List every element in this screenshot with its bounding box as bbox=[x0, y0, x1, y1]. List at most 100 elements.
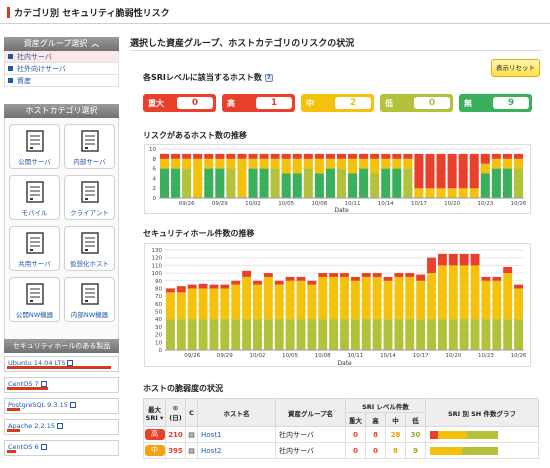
bar-segment bbox=[405, 276, 415, 320]
help-icon[interactable]: ? bbox=[264, 73, 273, 82]
bar-segment bbox=[171, 168, 181, 198]
sri-box-1[interactable]: 高1 bbox=[222, 94, 295, 112]
cell-group: 社内サーバ bbox=[275, 426, 346, 443]
sri-box-0[interactable]: 重大 0 bbox=[143, 94, 216, 112]
bar-segment bbox=[259, 158, 269, 169]
bar-segment bbox=[340, 319, 349, 350]
bar-segment bbox=[215, 168, 225, 198]
cell-host[interactable]: Host1 bbox=[197, 426, 276, 443]
col-critical[interactable]: 重大 bbox=[345, 412, 366, 427]
category-label: クライアント bbox=[70, 209, 109, 217]
bar-segment bbox=[405, 319, 415, 350]
sri-count: 2 bbox=[335, 97, 371, 109]
bar-segment bbox=[171, 153, 181, 159]
product-item[interactable]: Apache 2.2.15 bbox=[4, 419, 119, 435]
bar-segment bbox=[198, 288, 208, 320]
bar-segment bbox=[274, 280, 284, 285]
bar-segment bbox=[176, 319, 186, 350]
x-tick-label: 10/05 bbox=[278, 201, 294, 207]
sri-label: 高 bbox=[227, 99, 235, 108]
external-link-icon[interactable] bbox=[40, 444, 47, 450]
category-internal-network[interactable]: 内部NW機器 bbox=[64, 277, 115, 322]
category-mobile[interactable]: モバイル bbox=[9, 175, 60, 220]
category-label: モバイル bbox=[21, 209, 48, 217]
cell-host[interactable]: Host2 bbox=[197, 442, 276, 459]
x-tick-label: 10/11 bbox=[347, 353, 363, 359]
bar-segment bbox=[350, 280, 360, 320]
category-shared-server[interactable]: 共用サーバ bbox=[9, 226, 60, 271]
bar-segment bbox=[242, 276, 252, 320]
bar-segment bbox=[394, 319, 404, 350]
bar-segment bbox=[459, 265, 469, 320]
x-tick-label: 10/02 bbox=[245, 201, 261, 207]
category-public-network[interactable]: 公開NW機器 bbox=[9, 277, 60, 322]
bar-segment bbox=[348, 173, 358, 198]
bar-segment bbox=[307, 284, 317, 320]
bar-segment bbox=[492, 276, 502, 281]
sri-box-4[interactable]: 無9 bbox=[459, 94, 532, 112]
bar-segment bbox=[359, 153, 369, 159]
group-item-external[interactable]: 社外向けサーバ bbox=[4, 63, 119, 75]
group-item-internal[interactable]: 社内サーバ bbox=[4, 51, 119, 63]
products-header: セキュリティホールのある製品 bbox=[4, 339, 119, 353]
col-medium[interactable]: 中 bbox=[385, 412, 406, 427]
category-public-server[interactable]: 公開サーバ bbox=[9, 124, 60, 169]
cell-level-count: 28 bbox=[385, 426, 406, 443]
cell-level-count: 8 bbox=[365, 426, 386, 443]
category-client[interactable]: クライアント bbox=[64, 175, 115, 220]
host-link[interactable]: Host2 bbox=[201, 447, 221, 455]
category-internal-server[interactable]: 内部サーバ bbox=[64, 124, 115, 169]
internal-server-icon bbox=[65, 125, 114, 155]
bar-segment bbox=[303, 168, 313, 198]
bar-segment bbox=[231, 280, 241, 285]
bar-segment bbox=[270, 158, 280, 169]
group-item-assets[interactable]: 資産 bbox=[4, 75, 119, 87]
chevron-up-icon[interactable]: ︿ bbox=[91, 39, 99, 48]
x-tick-label: 10/23 bbox=[477, 201, 493, 207]
table-row[interactable]: 高 210 ▤ Host1 社内サーバ 0 8 28 30 bbox=[143, 426, 539, 443]
bar-segment bbox=[370, 153, 380, 159]
bar-segment bbox=[263, 276, 273, 320]
sh-graph-segment bbox=[461, 446, 498, 455]
external-link-icon[interactable] bbox=[69, 402, 76, 408]
product-item[interactable]: PostgreSQL 9.3.15 bbox=[4, 398, 119, 414]
bar-segment bbox=[198, 319, 208, 350]
bar-segment bbox=[448, 253, 458, 266]
product-risk-bar bbox=[7, 387, 49, 390]
sri-box-2[interactable]: 中2 bbox=[301, 94, 374, 112]
bar-segment bbox=[198, 283, 208, 289]
bar-segment bbox=[166, 319, 175, 350]
col-c[interactable]: C bbox=[185, 398, 198, 427]
sri-box-3[interactable]: 低0 bbox=[380, 94, 453, 112]
sh-graph-segment bbox=[430, 446, 462, 455]
col-high[interactable]: 高 bbox=[365, 412, 386, 427]
bar-segment bbox=[182, 168, 192, 198]
bar-segment bbox=[481, 280, 491, 320]
col-host[interactable]: ホスト名 bbox=[197, 398, 276, 427]
product-item[interactable]: CentOS 7 bbox=[4, 377, 119, 393]
category-virtual-host[interactable]: 仮想化ホスト bbox=[64, 226, 115, 271]
bar-segment bbox=[160, 158, 170, 169]
days-label: (日) bbox=[169, 413, 182, 422]
col-group[interactable]: 資産グループ名 bbox=[275, 398, 346, 427]
bar-segment bbox=[226, 168, 236, 198]
product-item[interactable]: CentOS 6 bbox=[4, 440, 119, 456]
col-days[interactable]: ⊙ (日) bbox=[165, 398, 186, 427]
col-low[interactable]: 低 bbox=[405, 412, 426, 427]
host-link[interactable]: Host1 bbox=[201, 431, 221, 439]
table-row[interactable]: 中 395 ▤ Host2 社内サーバ 0 0 8 9 bbox=[143, 442, 539, 459]
bar-segment bbox=[274, 284, 284, 320]
sri-badge: 高 bbox=[144, 429, 165, 440]
reset-button[interactable]: 表示リセット bbox=[491, 59, 540, 77]
sh-graph bbox=[430, 430, 498, 439]
bar-segment bbox=[160, 153, 170, 159]
bar-segment bbox=[329, 276, 339, 320]
product-item[interactable]: Ubuntu 14.04 LTS bbox=[4, 356, 119, 372]
bar-segment bbox=[325, 158, 335, 169]
external-link-icon[interactable] bbox=[57, 423, 63, 429]
bar-segment bbox=[259, 168, 269, 198]
col-sri[interactable]: 最大 SRI ▾ bbox=[143, 398, 166, 427]
y-tick-label: 100 bbox=[152, 271, 163, 277]
bar-segment bbox=[459, 319, 469, 350]
bar-segment bbox=[292, 158, 302, 174]
